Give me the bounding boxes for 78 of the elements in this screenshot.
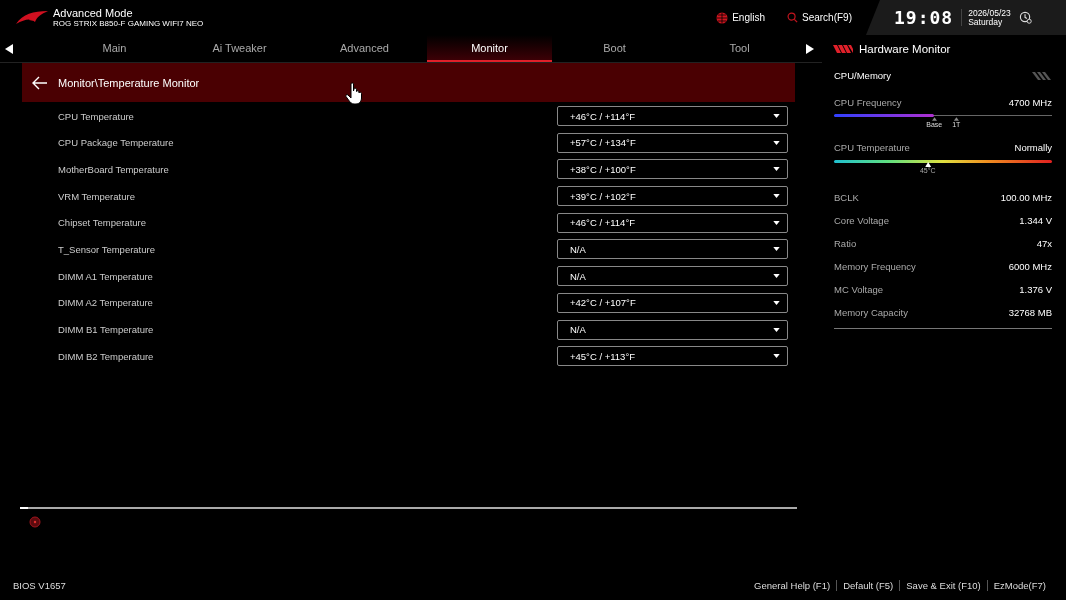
tab-right-arrow-icon[interactable] (806, 43, 814, 54)
stat-label: Memory Capacity (834, 307, 908, 318)
stripes-icon (833, 44, 853, 53)
sensor-dropdown[interactable]: N/A (557, 239, 788, 260)
stat-label: MC Voltage (834, 284, 884, 295)
stat-label: Memory Frequency (834, 261, 916, 272)
clock-time: 19:08 (894, 7, 954, 28)
search-icon (787, 12, 798, 23)
dropdown-caret-icon (773, 220, 780, 225)
language-button[interactable]: English (716, 11, 765, 24)
dropdown-caret-icon (773, 167, 780, 172)
dropdown-caret-icon (773, 114, 780, 118)
info-dot-icon (29, 516, 41, 528)
stat-label: BCLK (834, 192, 859, 203)
footer-action-link[interactable]: EzMode(F7) (986, 579, 1052, 591)
sensor-dropdown[interactable]: N/A (557, 266, 788, 287)
stat-value: 47x (1036, 238, 1052, 249)
stat-label: Ratio (834, 238, 857, 249)
stat-value: 1.376 V (1019, 284, 1052, 295)
sensor-label: DIMM B2 Temperature (58, 350, 155, 362)
sensor-label: CPU Package Temperature (58, 137, 175, 149)
sensor-dropdown[interactable]: N/A (557, 319, 788, 340)
footer-action-link[interactable]: Save & Exit (F10) (899, 579, 987, 591)
sensor-dropdown[interactable]: +57°C / +134°F (557, 132, 788, 153)
dropdown-caret-icon (773, 194, 780, 199)
weekday-text: Saturday (968, 17, 1004, 27)
tab[interactable]: Advanced (302, 35, 427, 62)
footer-action-link[interactable]: Default (F5) (836, 579, 900, 591)
sensor-label: T_Sensor Temperature (58, 243, 156, 255)
mode-title: Advanced Mode (53, 7, 134, 19)
sensor-dropdown[interactable]: +42°C / +107°F (557, 292, 788, 313)
dropdown-caret-icon (773, 140, 780, 145)
search-button[interactable]: Search(F9) (787, 12, 852, 23)
bios-version: BIOS V1657 (13, 579, 66, 591)
tab[interactable]: Monitor (427, 35, 552, 62)
sensor-dropdown[interactable]: +46°C / +114°F (557, 106, 788, 126)
stat-value: 32768 MB (1008, 307, 1052, 318)
stat-label: CPU Frequency (834, 97, 902, 108)
dropdown-caret-icon (773, 327, 780, 332)
dropdown-caret-icon (773, 354, 780, 359)
footer-action-link[interactable]: General Help (F1) (748, 579, 837, 591)
stripes-icon (1032, 71, 1052, 80)
sensor-label: DIMM A2 Temperature (58, 297, 154, 309)
sensor-dropdown[interactable]: +39°C / +102°F (557, 186, 788, 207)
tab-left-arrow-icon[interactable] (5, 43, 13, 54)
globe-icon (716, 11, 729, 24)
stat-value: 100.00 MHz (1000, 192, 1052, 203)
sensor-label: DIMM A1 Temperature (58, 270, 154, 282)
stat-label: CPU Temperature (834, 142, 910, 153)
sensor-dropdown[interactable]: +46°C / +114°F (557, 212, 788, 233)
stat-label: Core Voltage (834, 215, 889, 226)
stat-value: 6000 MHz (1008, 261, 1052, 272)
date-text: 2026/05/23 (968, 8, 1011, 18)
breadcrumb-path: Monitor\Temperature Monitor (58, 76, 200, 89)
stat-value: 1.344 V (1019, 215, 1052, 226)
tab[interactable]: Boot (552, 35, 677, 62)
sensor-dropdown[interactable]: +38°C / +100°F (557, 159, 788, 180)
logo-icon (15, 9, 49, 26)
sensor-label: DIMM B1 Temperature (58, 324, 155, 335)
board-model: ROG STRIX B850-F GAMING WIFI7 NEO (53, 19, 204, 28)
stat-value: 4700 MHz (1008, 97, 1052, 108)
back-arrow-icon[interactable] (32, 75, 48, 90)
tab[interactable]: Ai Tweaker (177, 35, 302, 62)
sensor-label: VRM Temperature (58, 190, 136, 202)
dropdown-caret-icon (773, 300, 780, 305)
clock-settings-icon[interactable] (1018, 11, 1032, 24)
sensor-label: MotherBoard Temperature (58, 163, 170, 175)
hardware-monitor-title: Hardware Monitor (859, 42, 951, 55)
tab[interactable]: Tool (677, 35, 802, 62)
sensor-label: Chipset Temperature (58, 217, 147, 229)
dropdown-caret-icon (773, 247, 780, 252)
sensor-dropdown[interactable]: +45°C / +113°F (557, 346, 788, 367)
dropdown-caret-icon (773, 274, 780, 279)
horizontal-scrollbar[interactable] (20, 507, 797, 509)
sensor-label: CPU Temperature (58, 110, 135, 122)
section-title: CPU/Memory (834, 70, 891, 81)
stat-value: Normally (1014, 142, 1052, 153)
tab[interactable]: Main (52, 35, 177, 62)
